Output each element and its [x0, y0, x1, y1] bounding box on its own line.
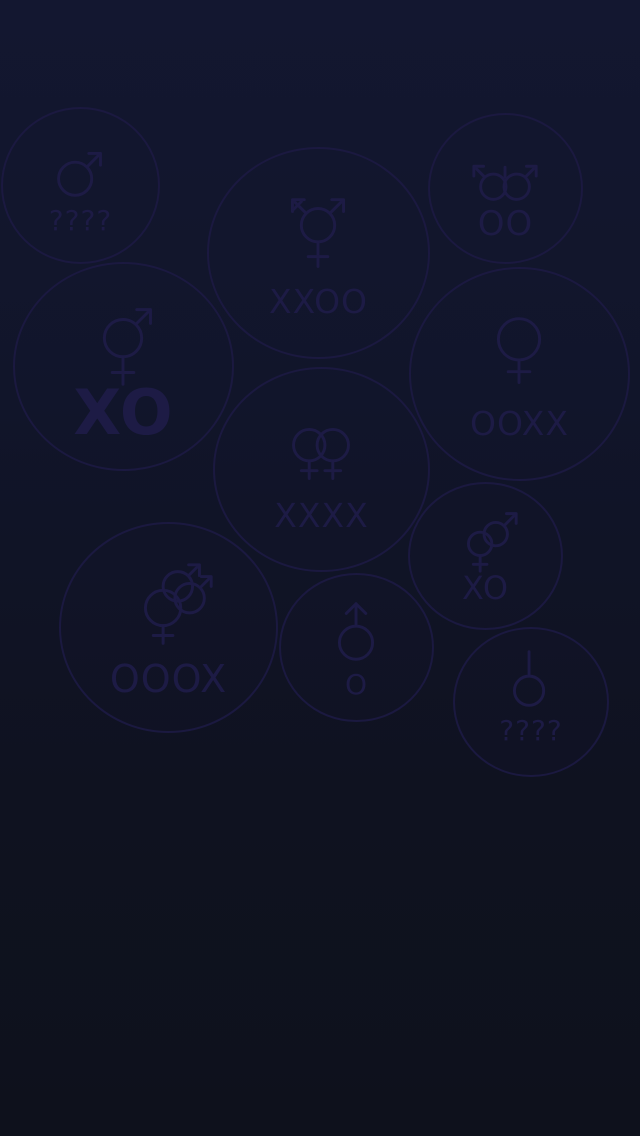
bubble-male[interactable]: ????	[1, 107, 160, 264]
bubble-female[interactable]: OOXX	[409, 267, 630, 481]
male-symbol-icon	[57, 151, 102, 197]
androgyne-pair-symbol-icon	[466, 512, 518, 573]
bubble-transgender[interactable]: XXOO	[207, 147, 430, 359]
bubble-code: O	[344, 668, 369, 701]
bubble-double-female[interactable]: XXXX	[213, 367, 430, 572]
multi-gender-symbol-icon	[143, 563, 213, 645]
bubble-code: ????	[499, 714, 563, 747]
gender-bubble-screen: ???? XXOO OO XO OOXX XXXX XO OOOX O ????	[0, 0, 640, 1136]
bubble-neutrois[interactable]: ????	[453, 627, 609, 777]
bubble-arrowed-circle[interactable]: O	[279, 573, 434, 722]
bubble-multi-gender[interactable]: OOOX	[59, 522, 278, 733]
bubble-androgyne[interactable]: XO	[13, 262, 234, 471]
bubble-code: XXOO	[268, 282, 369, 321]
arrowed-circle-symbol-icon	[337, 602, 375, 661]
bubble-code: OOXX	[469, 404, 570, 443]
neutrois-symbol-icon	[512, 650, 546, 707]
double-female-symbol-icon	[292, 427, 350, 481]
female-symbol-icon	[496, 317, 542, 384]
bubble-double-transgender[interactable]: OO	[428, 113, 583, 264]
bubble-code: ????	[48, 204, 113, 237]
bubble-code: XO	[461, 569, 510, 607]
bubble-code: XXXX	[274, 496, 369, 535]
bubble-code: OOOX	[109, 657, 228, 701]
bubble-code: XO	[73, 376, 174, 449]
transgender-symbol-icon	[291, 198, 346, 268]
bubble-code: OO	[477, 204, 534, 244]
double-transgender-symbol-icon	[472, 164, 538, 201]
